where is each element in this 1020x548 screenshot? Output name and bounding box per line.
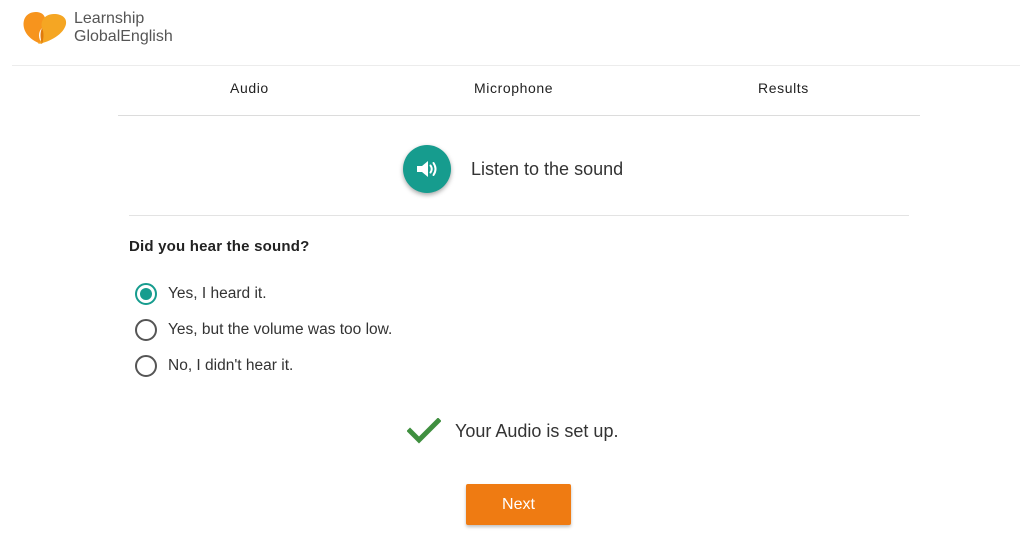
listen-label: Listen to the sound bbox=[471, 158, 624, 179]
logo[interactable]: Learnship GlobalEnglish bbox=[20, 10, 173, 46]
option-volume-low[interactable]: Yes, but the volume was too low. bbox=[135, 312, 392, 348]
status-text: Your Audio is set up. bbox=[455, 420, 619, 441]
step-results[interactable]: Results bbox=[758, 80, 809, 96]
logo-mark-icon bbox=[20, 10, 70, 46]
status-message: Your Audio is set up. bbox=[407, 418, 618, 444]
header: Learnship GlobalEnglish bbox=[0, 0, 1020, 66]
option-label: Yes, I heard it. bbox=[168, 285, 267, 302]
radio-not-heard[interactable] bbox=[135, 355, 157, 377]
logo-text: Learnship GlobalEnglish bbox=[74, 10, 173, 46]
next-button[interactable]: Next bbox=[466, 484, 571, 525]
step-audio[interactable]: Audio bbox=[230, 80, 269, 96]
answer-options: Yes, I heard it. Yes, but the volume was… bbox=[135, 276, 392, 384]
brand-line-2: GlobalEnglish bbox=[74, 28, 173, 45]
radio-selected-dot bbox=[140, 288, 152, 300]
speaker-icon bbox=[417, 161, 437, 177]
listen-section: Listen to the sound bbox=[403, 145, 624, 193]
play-sound-button[interactable] bbox=[403, 145, 451, 193]
option-label: No, I didn't hear it. bbox=[168, 357, 294, 374]
setup-steps: Audio Microphone Results bbox=[118, 66, 920, 116]
step-microphone[interactable]: Microphone bbox=[474, 80, 553, 96]
option-not-heard[interactable]: No, I didn't hear it. bbox=[135, 348, 392, 384]
brand-line-1: Learnship bbox=[74, 10, 145, 27]
option-heard[interactable]: Yes, I heard it. bbox=[135, 276, 392, 312]
question-heading: Did you hear the sound? bbox=[129, 238, 310, 255]
option-label: Yes, but the volume was too low. bbox=[168, 321, 393, 338]
checkmark-icon bbox=[407, 418, 441, 444]
radio-heard[interactable] bbox=[135, 283, 157, 305]
steps-divider bbox=[118, 115, 920, 116]
listen-divider bbox=[129, 215, 909, 216]
radio-volume-low[interactable] bbox=[135, 319, 157, 341]
